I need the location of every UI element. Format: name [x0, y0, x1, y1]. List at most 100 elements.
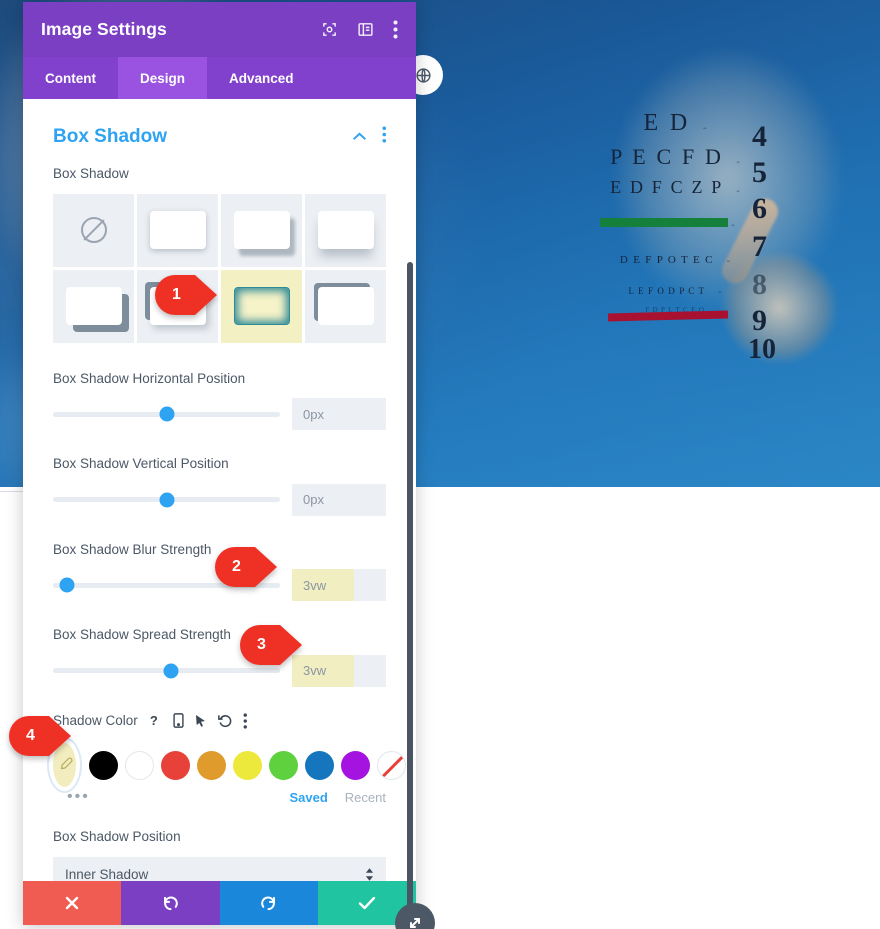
hover-cursor-icon[interactable]	[195, 714, 207, 728]
modal-scrollbar[interactable]	[407, 262, 413, 916]
callout-arrow	[255, 547, 277, 587]
eye-chart-tick: ≡	[731, 223, 735, 229]
slider-knob[interactable]	[159, 406, 174, 422]
eye-chart-number: 10	[748, 334, 776, 365]
spread-strength-slider[interactable]	[53, 663, 280, 679]
more-options-icon[interactable]	[393, 20, 398, 39]
preset-corner-bracket[interactable]	[305, 269, 386, 343]
swatch-orange[interactable]	[197, 750, 226, 780]
callout-arrow	[195, 275, 217, 315]
layout-panel-icon[interactable]	[357, 21, 374, 38]
horizontal-position-slider[interactable]	[53, 406, 280, 422]
callout-4: 4	[9, 716, 71, 756]
eye-chart-letters: L E F O D P C T	[628, 286, 706, 296]
preset-swatch	[149, 211, 206, 250]
redo-button[interactable]	[219, 881, 318, 925]
slider-knob[interactable]	[159, 492, 174, 508]
callout-number: 1	[155, 275, 195, 315]
box-shadow-position-label: Box Shadow Position	[53, 829, 181, 845]
blur-strength-value[interactable]: 3vw	[292, 569, 386, 602]
recent-tab[interactable]: Recent	[345, 790, 386, 805]
swatch-green[interactable]	[269, 750, 298, 780]
field-label: Box Shadow Horizontal Position	[53, 370, 246, 386]
field-horizontal-position: Box Shadow Horizontal Position 0px	[53, 369, 386, 431]
preset-swatch	[233, 287, 290, 326]
preset-swatch	[317, 287, 374, 326]
tab-advanced[interactable]: Advanced	[207, 57, 316, 99]
tab-design[interactable]: Design	[118, 57, 208, 99]
field-spread-strength: Box Shadow Spread Strength 3vw	[53, 625, 386, 687]
preset-hard-corner[interactable]	[53, 269, 134, 343]
preset-bottom-glow[interactable]	[305, 193, 386, 267]
eye-chart-number: 6	[752, 192, 767, 225]
preset-swatch	[233, 211, 290, 250]
preset-none[interactable]	[53, 193, 134, 267]
eye-chart-tick: ≡	[703, 126, 707, 132]
expand-icon[interactable]	[321, 21, 338, 38]
swatch-purple[interactable]	[341, 750, 370, 780]
callout-3: 3	[240, 625, 302, 665]
value-text: 3vw	[303, 577, 327, 593]
swatch-footer: ••• Saved Recent	[53, 789, 386, 805]
callout-number: 3	[240, 625, 280, 665]
eye-chart-letters: E D F C Z P	[610, 177, 724, 197]
help-icon[interactable]: ?	[149, 713, 162, 728]
chevron-up-icon[interactable]	[352, 128, 367, 146]
field-label: Box Shadow Spread Strength	[53, 627, 231, 643]
preset-offset-drop[interactable]	[221, 193, 302, 267]
swatch-blue[interactable]	[305, 750, 334, 780]
image-settings-modal: Image Settings Content Design Advanced B…	[23, 2, 416, 925]
horizontal-position-value[interactable]: 0px	[292, 398, 386, 431]
responsive-mobile-icon[interactable]	[173, 713, 184, 728]
preset-soft-drop[interactable]	[137, 193, 218, 267]
callout-2: 2	[215, 547, 277, 587]
eye-chart-number: 4	[752, 120, 767, 153]
box-shadow-preset-grid	[53, 193, 386, 343]
callout-arrow	[49, 716, 71, 756]
swatch-white[interactable]	[125, 750, 154, 780]
eye-chart-letters: D E F P O T E C	[619, 254, 714, 266]
more-options-icon[interactable]	[381, 126, 387, 148]
shadow-color-header: Shadow Color ?	[53, 711, 386, 731]
tab-content[interactable]: Content	[23, 57, 118, 99]
preset-inner-shadow[interactable]	[221, 269, 302, 343]
vertical-position-value[interactable]: 0px	[292, 483, 386, 516]
swatch-transparent[interactable]	[377, 750, 406, 780]
swatch-black[interactable]	[89, 750, 118, 780]
value-text: 0px	[303, 492, 324, 508]
cancel-button[interactable]	[23, 881, 122, 925]
eye-chart-tick: ≡	[726, 259, 731, 265]
slider-knob[interactable]	[59, 577, 75, 593]
callout-number: 4	[9, 716, 49, 756]
eye-chart-number: 5	[752, 156, 767, 189]
select-arrows-icon	[365, 868, 374, 881]
field-box-shadow-position: Box Shadow Position Inner Shadow	[53, 827, 386, 881]
callout-arrow	[280, 625, 302, 665]
modal-title: Image Settings	[41, 19, 167, 39]
saved-tab[interactable]: Saved	[289, 790, 327, 805]
reset-icon[interactable]	[217, 714, 232, 728]
slider-knob[interactable]	[163, 663, 179, 679]
preset-swatch	[65, 287, 122, 326]
swatch-red[interactable]	[161, 750, 190, 780]
undo-button[interactable]	[121, 881, 220, 925]
box-shadow-position-select[interactable]: Inner Shadow	[53, 856, 386, 881]
eye-chart-number: 8	[752, 268, 767, 301]
vertical-position-slider[interactable]	[53, 492, 280, 508]
field-vertical-position: Box Shadow Vertical Position 0px	[53, 454, 386, 516]
spread-strength-value[interactable]: 3vw	[292, 654, 386, 687]
swatch-yellow[interactable]	[233, 750, 262, 780]
no-shadow-icon	[80, 217, 107, 244]
eye-chart-letters: E D	[643, 110, 691, 136]
modal-body: Box Shadow Box Shadow Box Shadow Horizon…	[23, 99, 416, 881]
more-colors-icon[interactable]: •••	[67, 789, 90, 805]
eye-chart-number: 9	[752, 304, 767, 337]
eye-chart-green-bar	[600, 218, 728, 227]
field-label: Box Shadow Vertical Position	[53, 456, 229, 472]
header-icon-group	[321, 20, 398, 39]
section-title: Box Shadow	[53, 126, 168, 147]
more-options-icon[interactable]	[243, 713, 248, 729]
value-text: 0px	[303, 406, 324, 422]
callout-1: 1	[155, 275, 217, 315]
eye-chart-number: 7	[752, 230, 767, 263]
